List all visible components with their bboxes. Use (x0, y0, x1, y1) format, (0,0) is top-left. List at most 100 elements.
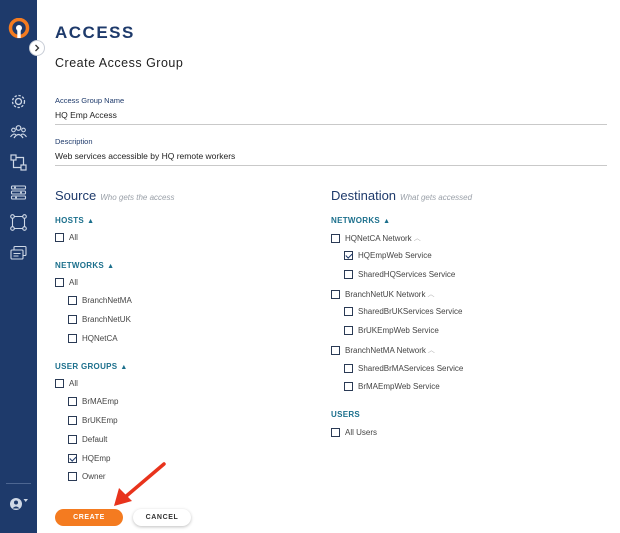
checkbox[interactable] (331, 233, 340, 243)
checkbox-label: SharedBrUKServices Service (358, 307, 463, 316)
checkbox[interactable] (68, 334, 77, 343)
checkbox-label: BranchNetUK Network (345, 289, 426, 299)
group-name-field: Access Group Name (55, 96, 607, 125)
networks-all-checkbox[interactable]: All (55, 278, 78, 287)
group-name-input[interactable] (55, 108, 607, 124)
group-name-label: Access Group Name (55, 96, 125, 105)
checkbox-checked[interactable] (68, 454, 77, 463)
hosts-label: HOSTS (55, 216, 85, 225)
network-icon[interactable] (10, 154, 27, 171)
profile-icon[interactable] (9, 496, 29, 512)
description-input[interactable] (55, 149, 607, 165)
section-title: Create Access Group (55, 56, 184, 70)
checkbox[interactable] (344, 326, 353, 335)
user-group-checkbox[interactable]: Default (68, 435, 107, 444)
checkbox[interactable] (344, 364, 353, 373)
dest-network-checkbox[interactable]: BranchNetMA Network ︿ (331, 345, 435, 355)
chevron-up-icon[interactable]: ︿ (427, 289, 434, 299)
networks-header[interactable]: NETWORKS ▲ (55, 261, 114, 270)
checkbox[interactable] (55, 233, 64, 242)
service-checkbox[interactable]: SharedBrUKServices Service (344, 307, 462, 316)
checkbox-label: HQEmpWeb Service (358, 251, 432, 260)
users-group-icon[interactable] (10, 123, 27, 140)
checkbox-label: All (69, 278, 78, 287)
checkbox-label: BrUKEmpWeb Service (358, 326, 439, 335)
service-checkbox[interactable]: BrMAEmpWeb Service (344, 382, 440, 391)
user-groups-label: USER GROUPS (55, 362, 118, 371)
network-checkbox[interactable]: BranchNetMA (68, 296, 132, 305)
checkbox[interactable] (331, 345, 340, 355)
checkbox-label: All (69, 379, 78, 388)
user-groups-all-checkbox[interactable]: All (55, 379, 78, 388)
all-users-checkbox[interactable]: All Users (331, 428, 377, 437)
networks-label: NETWORKS (55, 261, 105, 270)
users-label: USERS (331, 410, 361, 419)
network-checkbox[interactable]: BranchNetUK (68, 315, 131, 324)
dest-networks-label: NETWORKS (331, 216, 381, 225)
checkbox-label: BranchNetMA (82, 296, 132, 305)
service-checkbox[interactable]: BrUKEmpWeb Service (344, 326, 439, 335)
checkbox[interactable] (344, 382, 353, 391)
checkbox-label: BranchNetMA Network (345, 345, 426, 355)
network-checkbox[interactable]: HQNetCA (68, 334, 118, 343)
nodes-icon[interactable] (10, 214, 27, 231)
chevron-up-icon[interactable]: ︿ (428, 345, 435, 355)
checkbox-label: SharedHQServices Service (358, 270, 456, 279)
checkbox-checked[interactable] (344, 251, 353, 260)
page-title: ACCESS (55, 23, 135, 42)
dest-network-checkbox[interactable]: BranchNetUK Network ︿ (331, 289, 434, 299)
checkbox-label: HQNetCA (82, 334, 118, 343)
dest-network-checkbox[interactable]: HQNetCA Network ︿ (331, 233, 421, 243)
checkbox[interactable] (55, 278, 64, 287)
checkbox[interactable] (68, 397, 77, 406)
checkbox[interactable] (331, 428, 340, 437)
settings-sliders-icon[interactable] (10, 184, 27, 201)
user-group-checkbox[interactable]: BrUKEmp (68, 416, 118, 425)
chevron-up-icon[interactable]: ︿ (414, 233, 421, 243)
destination-heading: Destination What gets accessed (331, 188, 472, 203)
checkbox-label: BrUKEmp (82, 416, 118, 425)
checkbox-label: BranchNetUK (82, 315, 131, 324)
checkbox[interactable] (68, 416, 77, 425)
description-label: Description (55, 137, 93, 146)
messages-icon[interactable] (10, 245, 27, 262)
chevron-up-icon: ▲ (383, 218, 391, 225)
checkbox-label: Owner (82, 472, 106, 481)
checkbox[interactable] (68, 296, 77, 305)
checkbox-label: SharedBrMAServices Service (358, 364, 464, 373)
source-heading: Source Who gets the access (55, 188, 174, 203)
service-checkbox[interactable]: SharedBrMAServices Service (344, 364, 463, 373)
gear-icon[interactable] (10, 93, 27, 110)
hosts-header[interactable]: HOSTS ▲ (55, 216, 94, 225)
user-groups-header[interactable]: USER GROUPS ▲ (55, 362, 128, 371)
dest-networks-header[interactable]: NETWORKS ▲ (331, 216, 390, 225)
chevron-up-icon: ▲ (107, 263, 115, 270)
logo-icon (8, 18, 30, 39)
destination-subtitle: What gets accessed (400, 193, 473, 202)
service-checkbox-checked[interactable]: HQEmpWeb Service (344, 251, 432, 260)
checkbox[interactable] (55, 379, 64, 388)
checkbox-label: All (69, 233, 78, 242)
user-group-checkbox[interactable]: BrMAEmp (68, 397, 118, 406)
create-button[interactable]: CREATE (55, 509, 123, 526)
service-checkbox[interactable]: SharedHQServices Service (344, 270, 455, 279)
sidebar (0, 0, 37, 533)
checkbox[interactable] (68, 435, 77, 444)
sidebar-expand-button[interactable] (29, 40, 45, 56)
checkbox[interactable] (331, 289, 340, 299)
chevron-up-icon: ▲ (87, 218, 95, 225)
checkbox[interactable] (344, 270, 353, 279)
checkbox[interactable] (68, 315, 77, 324)
hosts-all-checkbox[interactable]: All (55, 233, 78, 242)
cancel-button[interactable]: CANCEL (133, 509, 191, 526)
checkbox-label: HQEmp (82, 454, 111, 463)
chevron-right-icon (35, 44, 40, 52)
checkbox-label: HQNetCA Network (345, 233, 412, 243)
description-field: Description (55, 137, 607, 166)
user-group-checkbox[interactable]: Owner (68, 472, 106, 481)
user-group-checkbox-checked[interactable]: HQEmp (68, 454, 110, 463)
checkbox-label: BrMAEmp (82, 397, 119, 406)
checkbox[interactable] (68, 472, 77, 481)
source-title: Source (55, 188, 97, 203)
checkbox[interactable] (344, 307, 353, 316)
